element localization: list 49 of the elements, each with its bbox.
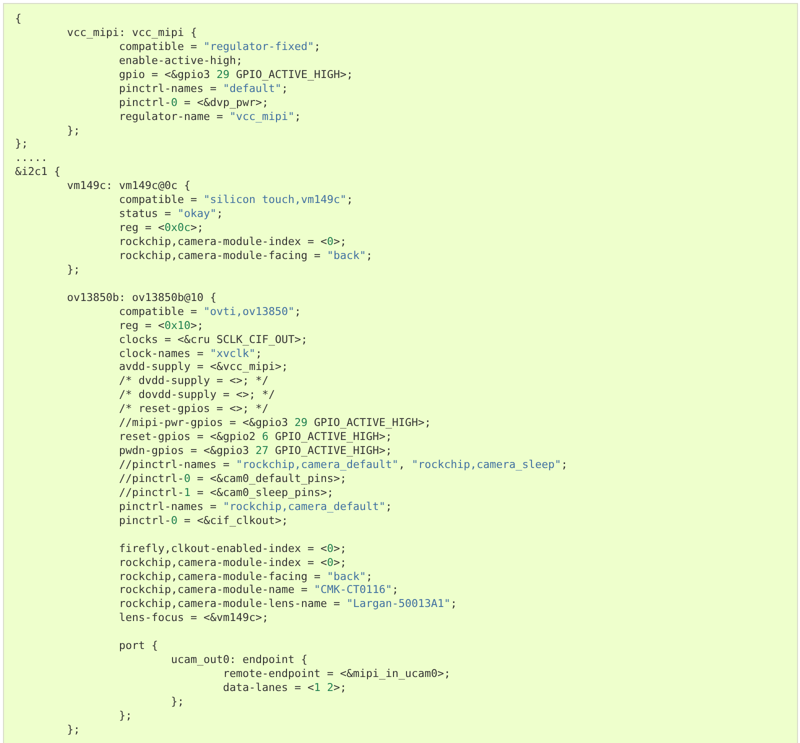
code-line: rockchip,camera-module-lens-name = "Largan-50013A1"; (118, 597, 458, 612)
code-line: compatible = "regulator-fixed"; (118, 40, 321, 54)
code-line: compatible = "silicon touch,vm149c"; (118, 193, 354, 208)
code-line: &i2c1 { (15, 165, 61, 180)
code-line: }; (66, 722, 80, 737)
code-line: reg = <0x0c>; (118, 221, 204, 235)
code-line: rockchip,camera-module-facing = "back"; (118, 248, 373, 263)
code-line: status = "okay"; (118, 207, 224, 222)
code-line: vm149c: vm149c@0c { (66, 179, 191, 194)
code-line: /* dovdd-supply = <>; */ (118, 388, 276, 402)
code-line: }; (15, 137, 28, 152)
code-line: rockchip,camera-module-name = "CMK-CT0116"; (118, 583, 399, 598)
code-line: rockchip,camera-module-facing = "back"; (118, 570, 373, 584)
code-line: data-lanes = <1 2>; (222, 681, 347, 695)
code-line: ..... (15, 151, 48, 166)
code-line: //pinctrl-0 = <&cam0_default_pins>; (118, 472, 347, 486)
code-line: gpio = <&gpio3 29 GPIO_ACTIVE_HIGH>; (118, 68, 354, 82)
code-line: compatible = "ovti,ov13850"; (118, 304, 302, 319)
code-line: pinctrl-names = "rockchip,camera_default"; (118, 500, 392, 514)
code-line: }; (170, 694, 184, 709)
code-line: /* reset-gpios = <>; */ (118, 402, 269, 416)
code-line: reset-gpios = <&gpio2 6 GPIO_ACTIVE_HIGH>; (118, 430, 392, 444)
code-line: //pinctrl-names = "rockchip,camera_default", "rockchip,camera_sleep"; (118, 458, 568, 472)
code-line: //mipi-pwr-gpios = <&gpio3 29 GPIO_ACTIVE_HIGH>; (118, 416, 432, 430)
code-line: rockchip,camera-module-index = <0>; (118, 235, 347, 249)
code-line: { (15, 12, 22, 26)
code-line: reg = <0x10>; (118, 318, 204, 333)
code-line: lens-focus = <&vm149c>; (118, 611, 269, 626)
code-line: firefly,clkout-enabled-index = <0>; (118, 542, 347, 556)
code-line: //pinctrl-1 = <&cam0_sleep_pins>; (118, 486, 334, 500)
code-line: regulator-name = "vcc_mipi"; (118, 110, 302, 124)
code-line: pwdn-gpios = <&gpio3 27 GPIO_ACTIVE_HIGH>; (118, 444, 392, 458)
code-line: remote-endpoint = <&mipi_in_ucam0>; (222, 667, 451, 681)
code-line: pinctrl-0 = <&dvp_pwr>; (118, 96, 269, 110)
code-line: pinctrl-0 = <&cif_clkout>; (118, 514, 288, 528)
code-line: ucam_out0: endpoint { (170, 653, 308, 668)
code-line: /* dvdd-supply = <>; */ (118, 374, 269, 388)
code-line: }; (66, 262, 80, 277)
code-line: }; (66, 124, 80, 138)
code-line: pinctrl-names = "default"; (118, 82, 288, 96)
code-line: ov13850b: ov13850b@10 { (66, 290, 217, 305)
code-line: port { (118, 639, 158, 654)
code-line: enable-active-high; (118, 54, 243, 68)
code-line: }; (118, 708, 132, 723)
code-line: clock-names = "xvclk"; (118, 346, 262, 360)
code-line: avdd-supply = <&vcc_mipi>; (118, 360, 288, 374)
code-line: vcc_mipi: vcc_mipi { (66, 26, 198, 40)
code-line: clocks = <&cru SCLK_CIF_OUT>; (118, 332, 308, 346)
code-line: rockchip,camera-module-index = <0>; (118, 556, 347, 570)
